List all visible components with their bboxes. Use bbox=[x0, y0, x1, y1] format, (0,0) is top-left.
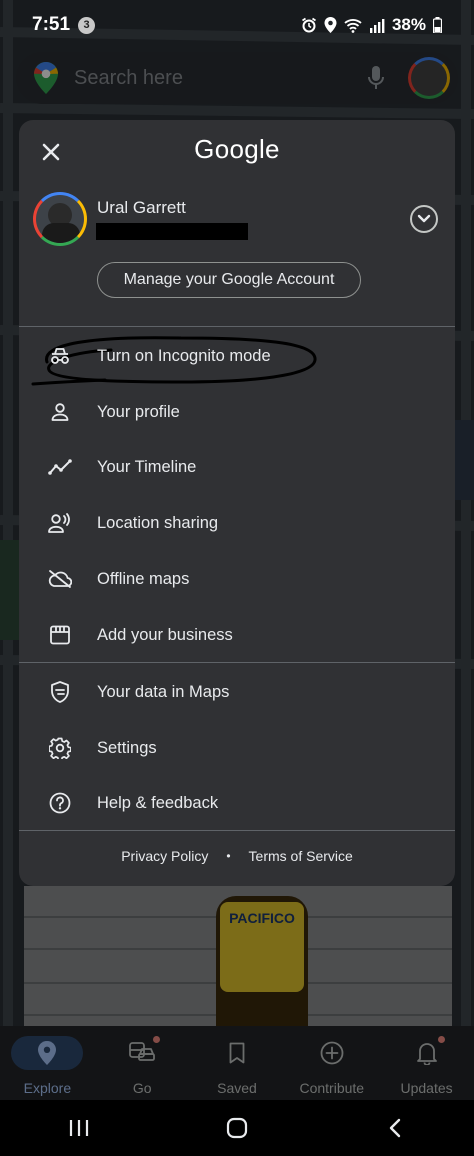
divider bbox=[19, 326, 455, 327]
system-navigation-bar bbox=[0, 1100, 474, 1156]
menu-item-help-feedback[interactable]: Help & feedback bbox=[19, 777, 455, 829]
status-icons: 38% bbox=[301, 15, 442, 35]
menu-label: Your Timeline bbox=[97, 457, 197, 476]
terms-of-service-link[interactable]: Terms of Service bbox=[249, 848, 353, 864]
offline-maps-icon bbox=[48, 570, 72, 588]
incognito-icon bbox=[51, 348, 69, 364]
google-logo: Google bbox=[194, 134, 280, 164]
menu-label: Turn on Incognito mode bbox=[97, 346, 271, 365]
menu-item-settings[interactable]: Settings bbox=[19, 722, 455, 774]
gear-icon bbox=[49, 737, 71, 759]
help-icon bbox=[49, 792, 71, 814]
menu-label: Your data in Maps bbox=[97, 682, 230, 701]
notification-count-badge: 3 bbox=[78, 16, 96, 34]
menu-label: Your profile bbox=[97, 402, 180, 421]
home-button[interactable] bbox=[207, 1108, 267, 1148]
back-button[interactable] bbox=[365, 1108, 425, 1148]
menu-item-your-data-in-maps[interactable]: Your data in Maps bbox=[19, 666, 455, 718]
wifi-icon bbox=[344, 18, 362, 33]
alarm-icon bbox=[301, 17, 316, 33]
chevron-down-icon bbox=[417, 214, 431, 223]
recent-apps-icon bbox=[69, 1120, 89, 1136]
account-name: Ural Garrett bbox=[97, 198, 186, 217]
divider bbox=[19, 662, 455, 663]
menu-item-offline-maps[interactable]: Offline maps bbox=[19, 553, 455, 605]
menu-item-incognito[interactable]: Turn on Incognito mode bbox=[19, 330, 455, 382]
account-avatar bbox=[33, 192, 87, 246]
menu-item-location-sharing[interactable]: Location sharing bbox=[19, 497, 455, 549]
account-email-redacted bbox=[96, 223, 248, 240]
battery-icon bbox=[433, 17, 442, 33]
shield-icon bbox=[51, 681, 69, 703]
menu-item-your-timeline[interactable]: Your Timeline bbox=[19, 441, 455, 493]
panel-footer: Privacy Policy • Terms of Service bbox=[19, 848, 455, 864]
storefront-icon bbox=[50, 625, 70, 645]
divider bbox=[19, 830, 455, 831]
status-time: 7:51 bbox=[32, 14, 71, 35]
status-bar: 7:51 3 38% bbox=[0, 0, 474, 50]
account-menu-panel: Google Ural Garrett Manage your Google A… bbox=[19, 120, 455, 886]
recent-apps-button[interactable] bbox=[49, 1108, 109, 1148]
privacy-policy-link[interactable]: Privacy Policy bbox=[121, 848, 208, 864]
back-icon bbox=[389, 1118, 401, 1138]
menu-label: Help & feedback bbox=[97, 793, 219, 812]
menu-label: Add your business bbox=[97, 625, 233, 644]
account-switcher-button[interactable] bbox=[410, 205, 438, 233]
footer-separator: • bbox=[226, 849, 231, 863]
timeline-icon bbox=[48, 459, 72, 475]
location-sharing-icon bbox=[48, 513, 70, 533]
location-icon bbox=[324, 17, 337, 33]
menu-label: Settings bbox=[97, 738, 157, 757]
menu-item-add-your-business[interactable]: Add your business bbox=[19, 609, 455, 661]
menu-label: Offline maps bbox=[97, 569, 190, 588]
maps-screen: 7:51 3 38% Search here Google Ural Garre… bbox=[0, 0, 474, 1156]
manage-account-button[interactable]: Manage your Google Account bbox=[97, 262, 361, 298]
menu-label: Location sharing bbox=[97, 513, 219, 532]
menu-item-your-profile[interactable]: Your profile bbox=[19, 386, 455, 438]
battery-percent: 38% bbox=[391, 15, 426, 34]
signal-icon bbox=[369, 18, 385, 33]
home-icon bbox=[226, 1117, 248, 1139]
profile-icon bbox=[51, 403, 69, 421]
